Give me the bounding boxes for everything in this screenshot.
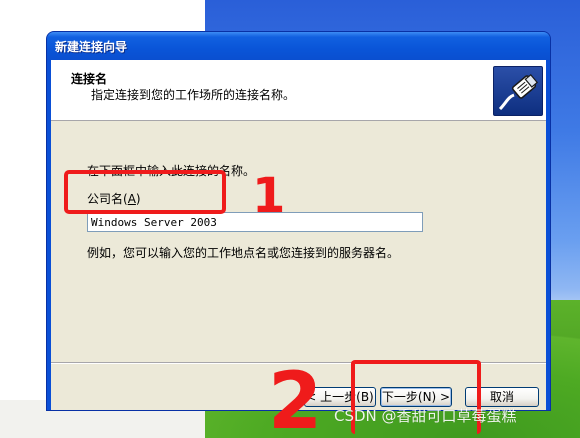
annotation-step-1: 1 xyxy=(252,168,285,224)
annotation-step-2: 2 xyxy=(268,357,322,438)
csdn-watermark: CSDN @香甜可口草莓蛋糕 xyxy=(334,407,517,425)
annotation-strokes: 1 2 xyxy=(252,168,322,438)
